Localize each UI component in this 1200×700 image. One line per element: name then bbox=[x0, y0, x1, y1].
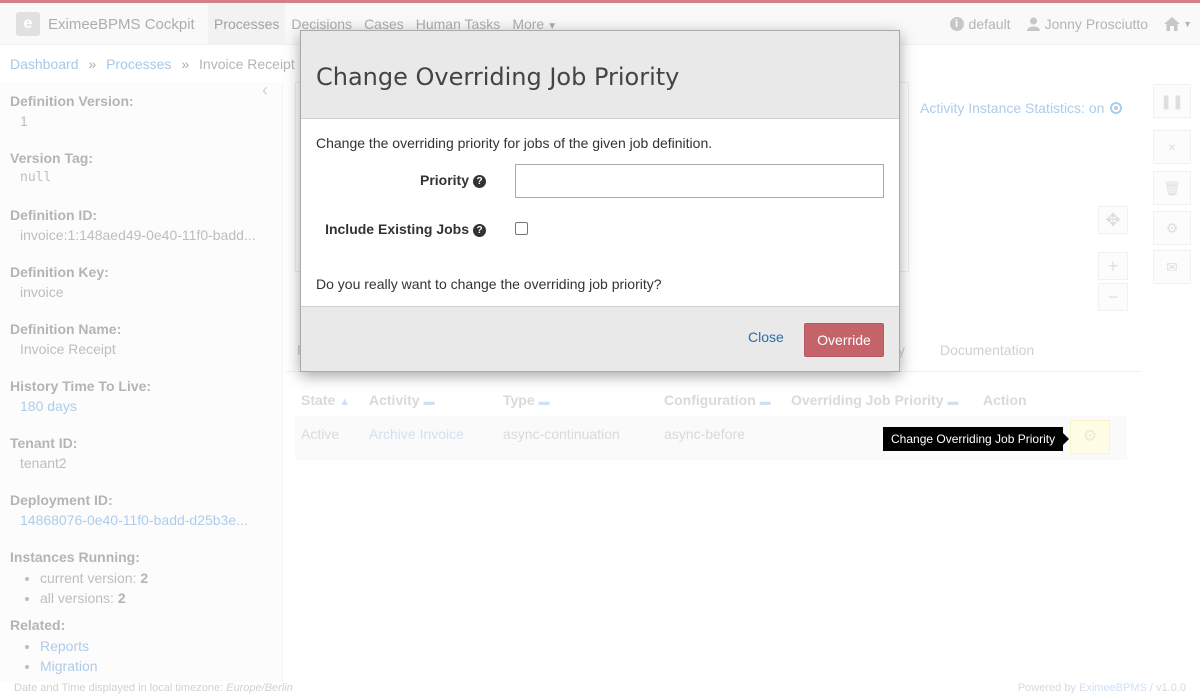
dialog-confirm-text: Do you really want to change the overrid… bbox=[316, 276, 662, 292]
include-existing-label: Include Existing Jobs? bbox=[325, 221, 486, 237]
tooltip: Change Overriding Job Priority bbox=[883, 427, 1070, 451]
priority-input[interactable] bbox=[515, 164, 884, 198]
dialog-footer: Close Override bbox=[301, 306, 899, 371]
close-button[interactable]: Close bbox=[748, 329, 784, 345]
include-existing-label-text: Include Existing Jobs bbox=[325, 221, 469, 237]
override-priority-dialog: Change Overriding Job Priority Change th… bbox=[300, 30, 900, 372]
help-icon[interactable]: ? bbox=[473, 224, 486, 237]
include-existing-checkbox[interactable] bbox=[515, 222, 528, 235]
dialog-intro: Change the overriding priority for jobs … bbox=[316, 135, 713, 151]
dialog-title: Change Overriding Job Priority bbox=[316, 63, 680, 91]
dialog-header: Change Overriding Job Priority bbox=[301, 31, 899, 119]
priority-label-text: Priority bbox=[419, 172, 469, 188]
priority-label: Priority? bbox=[420, 172, 486, 188]
help-icon[interactable]: ? bbox=[473, 175, 486, 188]
override-button[interactable]: Override bbox=[804, 323, 884, 357]
dialog-body: Change the overriding priority for jobs … bbox=[301, 119, 899, 306]
include-existing-row: Include Existing Jobs? bbox=[316, 213, 886, 243]
priority-row: Priority? bbox=[316, 164, 886, 198]
